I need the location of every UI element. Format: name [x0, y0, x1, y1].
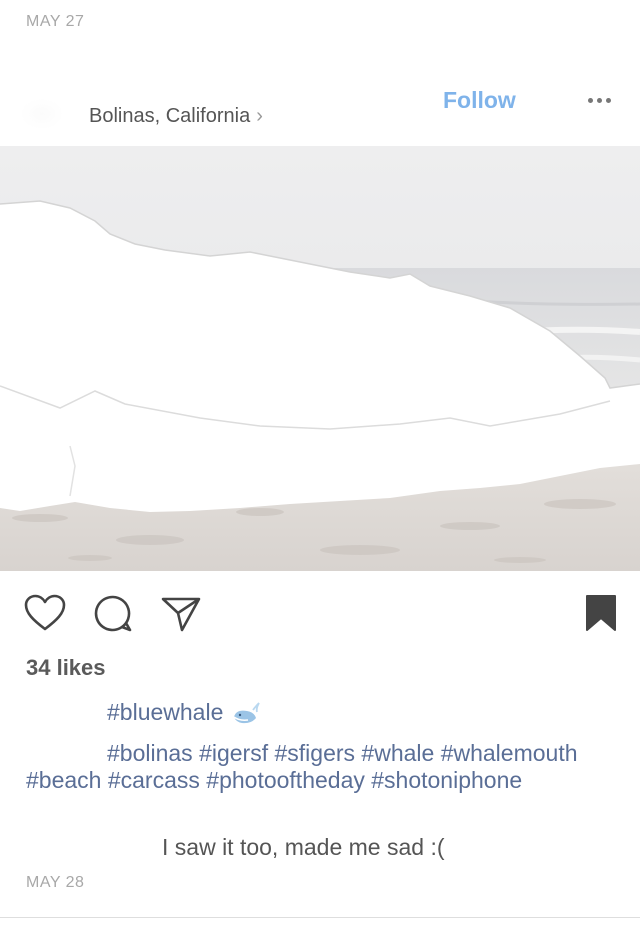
caption-first-line: #bluewhale	[107, 699, 261, 726]
divider	[0, 917, 640, 918]
location-link[interactable]: Bolinas, California ›	[89, 105, 263, 128]
comment-icon[interactable]	[93, 594, 133, 634]
post-date-top: MAY 27	[26, 13, 85, 30]
bookmark-icon[interactable]	[585, 594, 617, 632]
chevron-right-icon: ›	[256, 105, 263, 127]
follow-button[interactable]: Follow	[443, 87, 516, 114]
hashtag-link[interactable]: #bluewhale	[107, 699, 223, 726]
share-icon[interactable]	[160, 595, 202, 633]
likes-count[interactable]: 34 likes	[26, 655, 106, 681]
more-options-icon[interactable]	[588, 90, 614, 110]
whale-emoji-icon	[233, 701, 261, 723]
post-action-bar	[0, 590, 640, 636]
caption-hashtags: #bolinas #igersf #sfigers #whale #whalem…	[26, 740, 626, 794]
heart-icon[interactable]	[24, 594, 66, 632]
comment-text: I saw it too, made me sad :(	[162, 834, 445, 860]
hashtag-list[interactable]: #bolinas #igersf #sfigers #whale #whalem…	[26, 740, 578, 793]
post-photo[interactable]	[0, 146, 640, 571]
location-label: Bolinas, California	[89, 105, 251, 127]
post-date-bottom: MAY 28	[26, 874, 85, 891]
avatar[interactable]	[20, 98, 64, 130]
